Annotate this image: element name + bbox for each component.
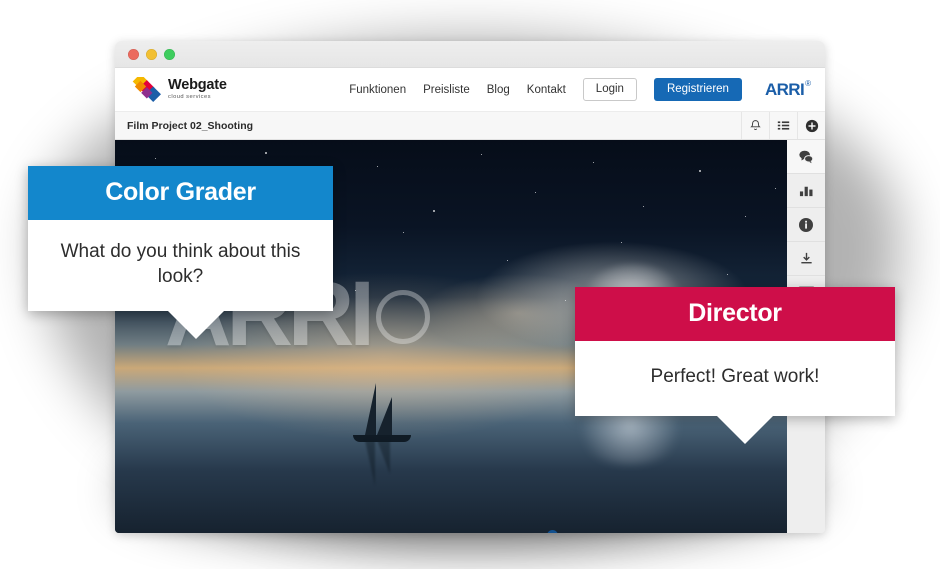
- speech-bubble-role: Color Grader: [28, 166, 333, 220]
- sidebar-item-comments[interactable]: [787, 140, 825, 174]
- registered-mark-icon: ®: [805, 79, 811, 88]
- arri-partner-logo: ARRI ®: [765, 80, 811, 100]
- close-window-button[interactable]: [128, 49, 139, 60]
- page-title: Film Project 02_Shooting: [127, 120, 253, 132]
- speech-bubble-message: Perfect! Great work!: [575, 341, 895, 416]
- nav-link-blog[interactable]: Blog: [487, 84, 510, 96]
- sailboat-reflection: [343, 440, 423, 500]
- speech-bubble-role: Director: [575, 287, 895, 341]
- speech-bubble-director: Director Perfect! Great work!: [575, 287, 895, 416]
- nav-link-kontakt[interactable]: Kontakt: [527, 84, 566, 96]
- speech-bubble-message: What do you think about this look?: [28, 220, 333, 311]
- project-bar: Film Project 02_Shooting: [115, 112, 825, 140]
- nav-link-funktionen[interactable]: Funktionen: [349, 84, 406, 96]
- progress-handle[interactable]: [547, 530, 558, 533]
- task-list-button[interactable]: [769, 112, 797, 139]
- main-navigation: Funktionen Preisliste Blog Kontakt Login…: [349, 78, 811, 102]
- brand-tagline: cloud services: [168, 95, 227, 101]
- brand-text: Webgate cloud services: [168, 78, 227, 100]
- register-button[interactable]: Registrieren: [654, 78, 742, 102]
- site-header: Webgate cloud services Funktionen Preisl…: [115, 68, 825, 112]
- nav-link-preisliste[interactable]: Preisliste: [423, 84, 470, 96]
- brand-name: Webgate: [168, 78, 227, 93]
- minimize-window-button[interactable]: [146, 49, 157, 60]
- login-button[interactable]: Login: [583, 78, 637, 102]
- sidebar-item-info[interactable]: [787, 208, 825, 242]
- project-actions: [741, 112, 825, 139]
- sidebar-item-statistics[interactable]: [787, 174, 825, 208]
- add-button[interactable]: [797, 112, 825, 139]
- notifications-button[interactable]: [741, 112, 769, 139]
- maximize-window-button[interactable]: [164, 49, 175, 60]
- window-titlebar: [115, 41, 825, 68]
- brand-logo[interactable]: Webgate cloud services: [127, 77, 227, 103]
- speech-bubble-tail: [717, 416, 773, 444]
- speech-bubble-tail: [168, 311, 224, 339]
- webgate-logo-icon: [127, 77, 161, 103]
- arri-wordmark: ARRI: [765, 80, 804, 100]
- sidebar-item-download[interactable]: [787, 242, 825, 276]
- speech-bubble-color-grader: Color Grader What do you think about thi…: [28, 166, 333, 311]
